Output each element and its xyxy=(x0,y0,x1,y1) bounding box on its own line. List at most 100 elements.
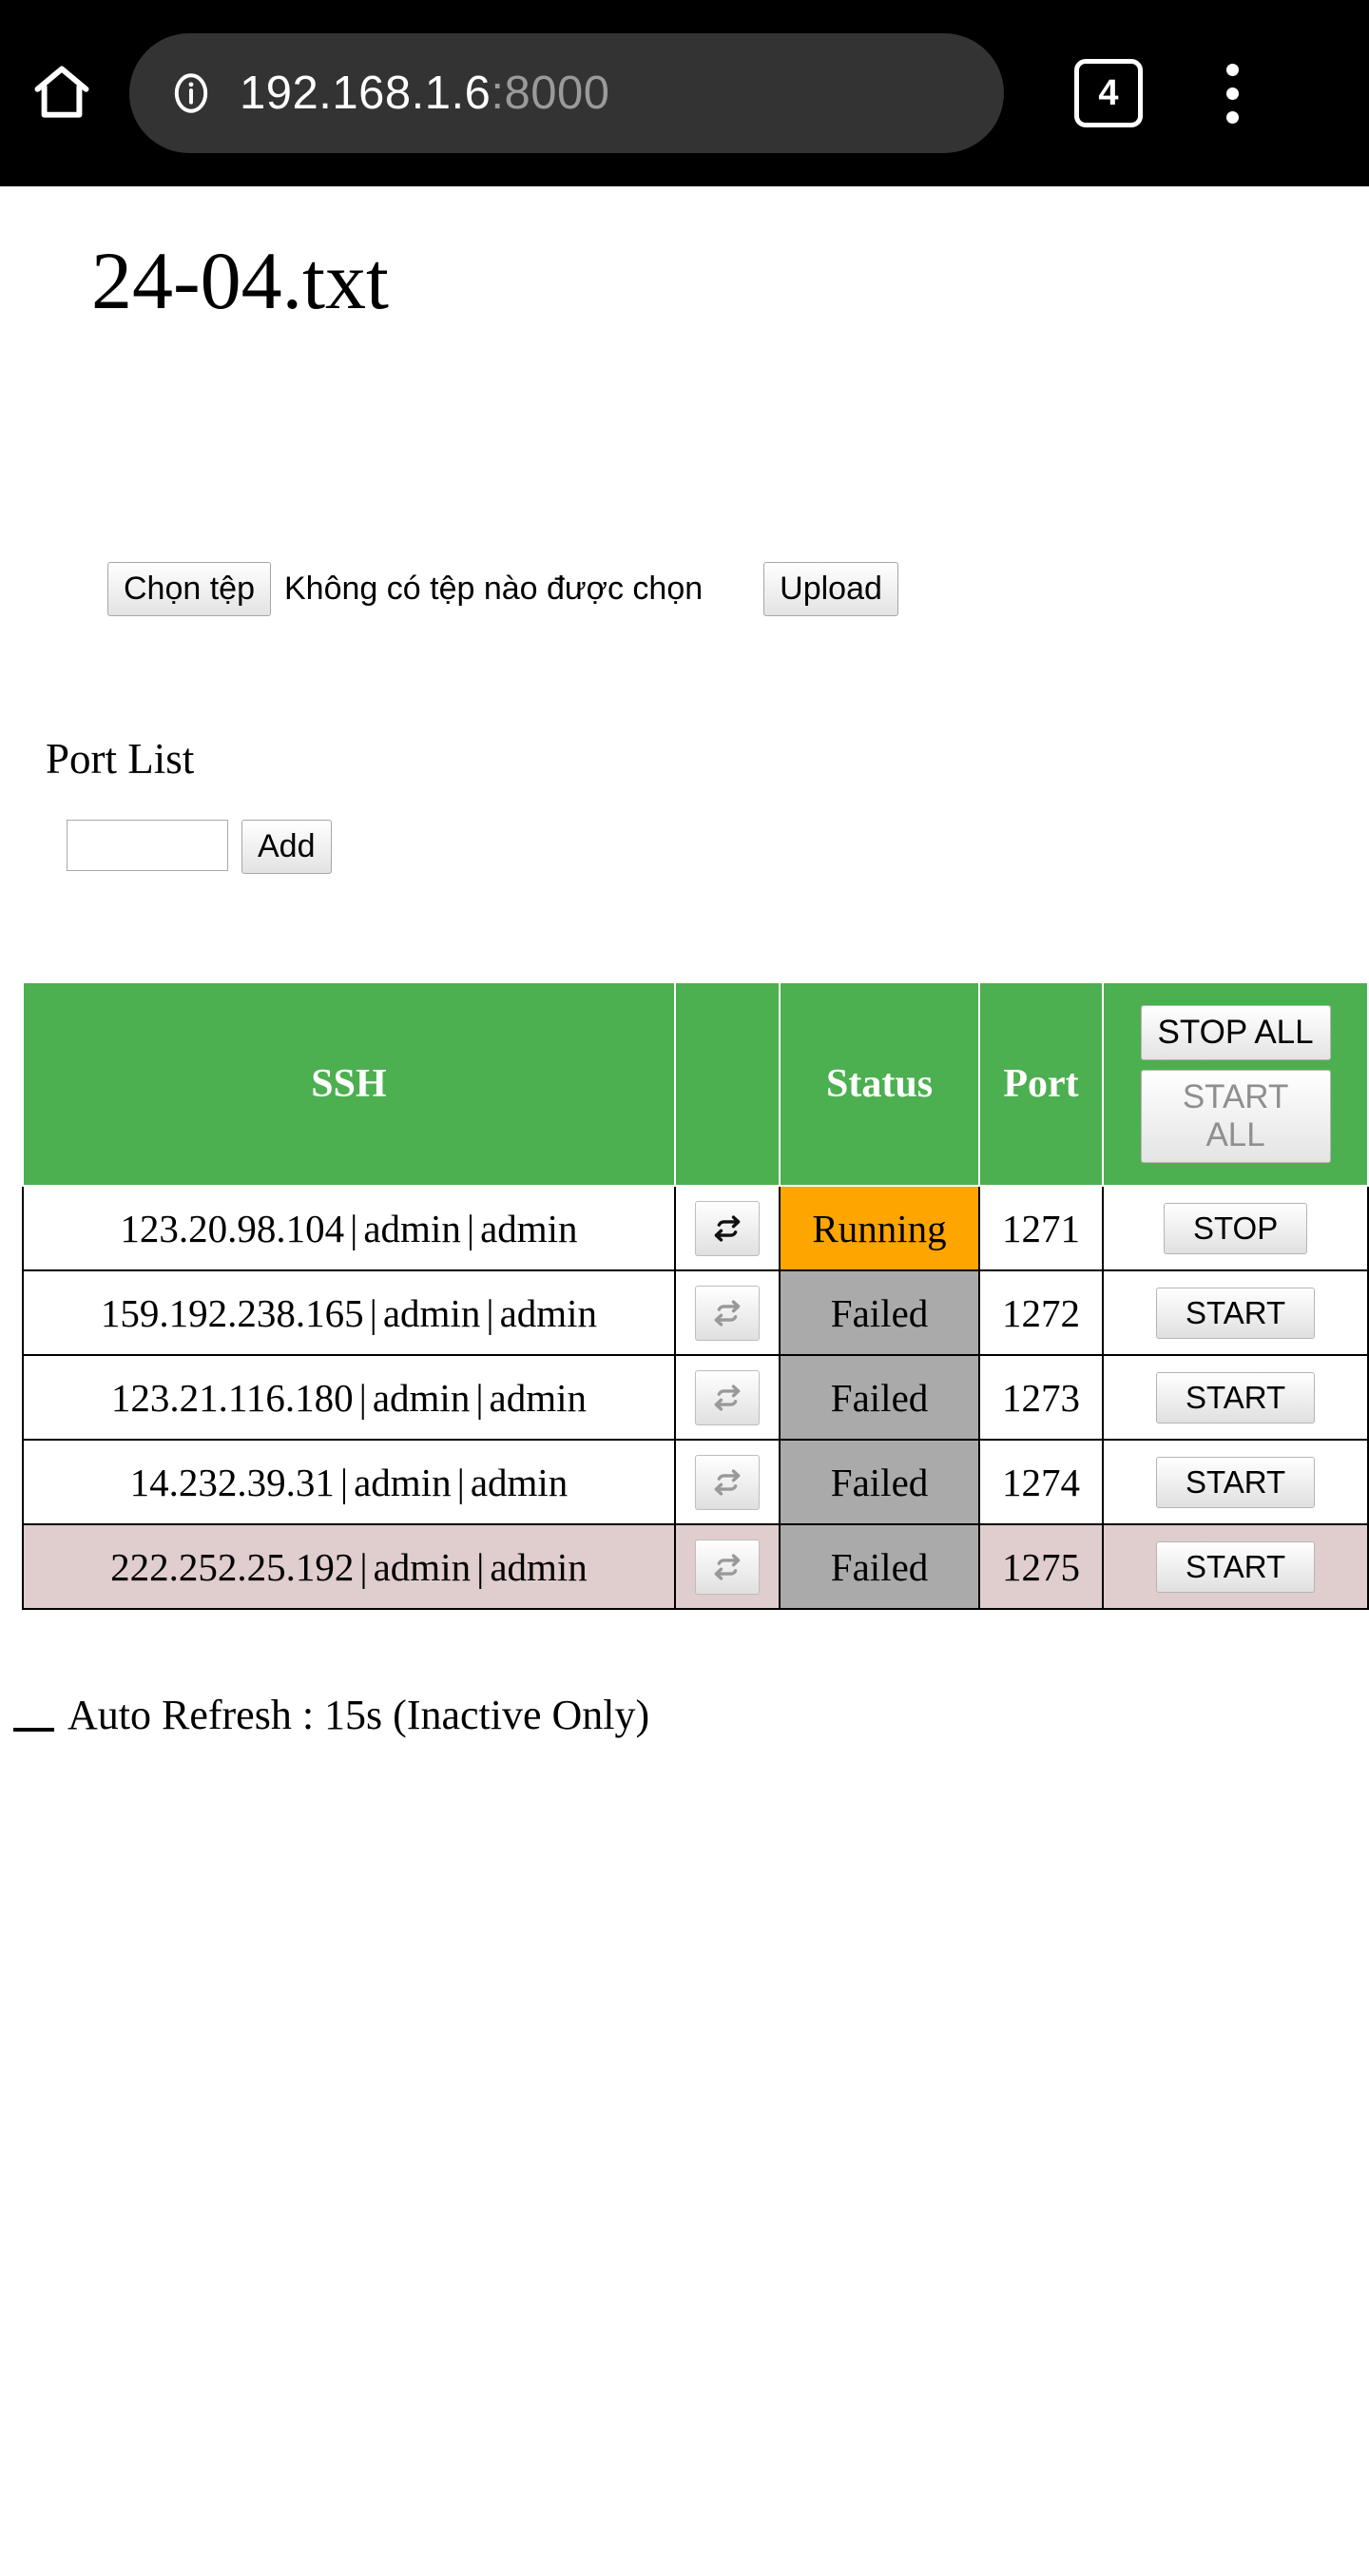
ssh-user: admin xyxy=(382,1290,481,1335)
ssh-separator: | xyxy=(358,1375,367,1420)
refresh-icon[interactable] xyxy=(695,1454,761,1510)
menu-dot xyxy=(1225,110,1239,124)
cell-ssh: 159.192.238.165 | admin | admin xyxy=(22,1269,676,1356)
ssh-separator: | xyxy=(350,1206,358,1250)
cell-refresh xyxy=(673,1354,781,1441)
start-all-button[interactable]: START ALL xyxy=(1140,1069,1331,1164)
upload-button[interactable]: Upload xyxy=(763,562,898,617)
port-add-form: Add xyxy=(67,820,332,875)
cell-action: START xyxy=(1102,1523,1369,1610)
cell-port: 1274 xyxy=(977,1439,1105,1525)
ssh-separator: | xyxy=(359,1544,368,1589)
column-header-status: Status xyxy=(779,981,980,1187)
ssh-password: admin xyxy=(499,1290,598,1335)
cell-ssh: 14.232.39.31 | admin | admin xyxy=(22,1439,676,1525)
ssh-separator: | xyxy=(486,1290,494,1335)
start-button[interactable]: START xyxy=(1156,1456,1316,1508)
column-header-ssh: SSH xyxy=(22,981,676,1187)
ssh-host: 222.252.25.192 xyxy=(110,1544,355,1589)
cell-ssh: 123.20.98.104 | admin | admin xyxy=(22,1185,676,1271)
ssh-user: admin xyxy=(372,1375,471,1420)
cell-refresh xyxy=(673,1185,781,1271)
column-header-refresh xyxy=(673,981,781,1187)
ssh-host: 14.232.39.31 xyxy=(129,1460,335,1504)
cell-port: 1272 xyxy=(977,1269,1105,1356)
menu-dot xyxy=(1225,87,1239,100)
ssh-password: admin xyxy=(470,1460,569,1504)
table-row: 123.20.98.104 | admin | admin Running 1271 STOP xyxy=(22,1185,1369,1271)
status-badge: Failed xyxy=(779,1439,980,1525)
table-row: 222.252.25.192 | admin | admin Failed 1275 STAR… xyxy=(22,1523,1369,1610)
browser-toolbar: 192.168.1.6:8000 4 xyxy=(0,0,1369,186)
ssh-separator: | xyxy=(456,1460,465,1504)
port-input[interactable] xyxy=(67,820,228,871)
url-text: 192.168.1.6:8000 xyxy=(240,67,609,120)
ssh-user: admin xyxy=(373,1544,472,1589)
table-header-row: SSH Status Port STOP ALL START ALL xyxy=(22,981,1369,1187)
ssh-separator: | xyxy=(476,1544,485,1589)
stop-all-button[interactable]: STOP ALL xyxy=(1140,1004,1331,1060)
refresh-icon[interactable] xyxy=(695,1285,761,1341)
auto-refresh-checkbox[interactable] xyxy=(13,1728,54,1732)
ssh-password: admin xyxy=(489,1375,588,1420)
tab-count-label: 4 xyxy=(1098,72,1119,113)
ssh-separator: | xyxy=(466,1206,475,1250)
auto-refresh-control[interactable]: Auto Refresh : 15s (Inactive Only) xyxy=(13,1691,649,1739)
cell-ssh: 222.252.25.192 | admin | admin xyxy=(22,1523,676,1610)
selected-file-label: Không có tệp nào được chọn xyxy=(284,571,704,608)
info-icon[interactable] xyxy=(167,69,215,117)
cell-action: START xyxy=(1102,1439,1369,1525)
cell-refresh xyxy=(673,1439,781,1525)
menu-dot xyxy=(1225,63,1239,76)
ssh-table: SSH Status Port STOP ALL START ALL 123.2… xyxy=(22,981,1369,1610)
cell-port: 1275 xyxy=(977,1523,1105,1610)
choose-file-button[interactable]: Chọn tệp xyxy=(107,562,271,617)
start-button[interactable]: START xyxy=(1156,1287,1316,1339)
cell-refresh xyxy=(673,1523,781,1610)
bulk-actions: STOP ALL START ALL xyxy=(1104,1004,1367,1164)
url-port: :8000 xyxy=(491,68,610,119)
status-badge: Running xyxy=(779,1185,980,1271)
tab-counter-button[interactable]: 4 xyxy=(1074,59,1143,127)
table-row: 14.232.39.31 | admin | admin Failed 1274 START xyxy=(22,1439,1369,1525)
table-row: 123.21.116.180 | admin | admin Failed 1273 STAR… xyxy=(22,1354,1369,1441)
page-title: 24-04.txt xyxy=(91,235,389,326)
ssh-user: admin xyxy=(354,1460,452,1504)
url-host: 192.168.1.6 xyxy=(240,68,492,119)
cell-action: START xyxy=(1102,1354,1369,1441)
cell-refresh xyxy=(673,1269,781,1356)
ssh-separator: | xyxy=(475,1375,484,1420)
url-bar[interactable]: 192.168.1.6:8000 xyxy=(129,33,1004,153)
overflow-menu-icon[interactable] xyxy=(1204,46,1261,141)
ssh-host: 123.20.98.104 xyxy=(120,1206,345,1250)
status-badge: Failed xyxy=(779,1523,980,1610)
cell-port: 1271 xyxy=(977,1185,1105,1271)
start-button[interactable]: START xyxy=(1156,1371,1316,1424)
port-list-heading: Port List xyxy=(46,735,195,783)
cell-action: STOP xyxy=(1102,1185,1369,1271)
refresh-icon[interactable] xyxy=(695,1539,761,1595)
home-button[interactable] xyxy=(0,0,124,186)
table-row: 159.192.238.165 | admin | admin Failed 1272 STA… xyxy=(22,1269,1369,1356)
home-icon xyxy=(28,61,96,126)
table-header: SSH Status Port STOP ALL START ALL xyxy=(22,981,1369,1187)
ssh-password: admin xyxy=(480,1206,578,1250)
stop-button[interactable]: STOP xyxy=(1163,1202,1308,1254)
auto-refresh-label: Auto Refresh : 15s (Inactive Only) xyxy=(67,1692,650,1738)
table-body: 123.20.98.104 | admin | admin Running 1271 STOP… xyxy=(22,1185,1369,1610)
column-header-actions: STOP ALL START ALL xyxy=(1102,981,1369,1187)
ssh-separator: | xyxy=(339,1460,349,1504)
status-badge: Failed xyxy=(779,1269,980,1356)
ssh-host: 159.192.238.165 xyxy=(100,1290,364,1335)
ssh-password: admin xyxy=(490,1544,588,1589)
upload-form: Chọn tệp Không có tệp nào được chọn Uplo… xyxy=(107,562,898,617)
status-badge: Failed xyxy=(779,1354,980,1441)
cell-port: 1273 xyxy=(977,1354,1105,1441)
start-button[interactable]: START xyxy=(1156,1540,1316,1593)
refresh-icon[interactable] xyxy=(695,1369,761,1425)
cell-ssh: 123.21.116.180 | admin | admin xyxy=(22,1354,676,1441)
ssh-separator: | xyxy=(369,1290,377,1335)
add-port-button[interactable]: Add xyxy=(241,820,332,875)
cell-action: START xyxy=(1102,1269,1369,1356)
refresh-icon[interactable] xyxy=(695,1200,761,1256)
